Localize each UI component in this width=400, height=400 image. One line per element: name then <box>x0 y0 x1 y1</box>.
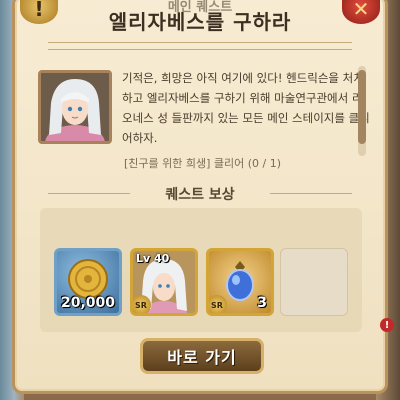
description-scrollbar[interactable] <box>358 66 366 156</box>
quest-description: 기적은, 희망은 아직 여기에 있다! 헨드릭슨을 처치하고 엘리자베스를 구하… <box>122 71 370 145</box>
hero-level: Lv 40 <box>136 252 170 265</box>
scrollbar-thumb[interactable] <box>358 70 366 144</box>
sr-rank-badge: SR <box>133 295 151 313</box>
reward-slot-item[interactable]: 3 SR <box>206 248 274 316</box>
character-portrait-art <box>41 73 109 141</box>
item-quantity: 3 <box>257 295 267 311</box>
elizabeth-portrait <box>38 70 112 144</box>
gold-quantity: 20,000 <box>60 295 115 311</box>
notification-icon[interactable]: ! <box>380 318 394 332</box>
reward-slot-hero[interactable]: Lv 40 SR <box>130 248 198 316</box>
reward-slot-gold[interactable]: 20,000 <box>54 248 122 316</box>
quest-title: 엘리자베스를 구하라 <box>108 10 292 34</box>
go-button[interactable]: 바로 가기 <box>140 338 264 374</box>
header-divider <box>48 42 352 50</box>
sr-rank-badge: SR <box>209 295 227 313</box>
quest-objective: [친구를 위한 희생] 클리어 (0 / 1) <box>124 157 282 170</box>
reward-divider-right <box>270 193 352 194</box>
reward-heading: 퀘스트 보상 <box>165 187 235 203</box>
reward-slot-empty <box>280 248 348 316</box>
